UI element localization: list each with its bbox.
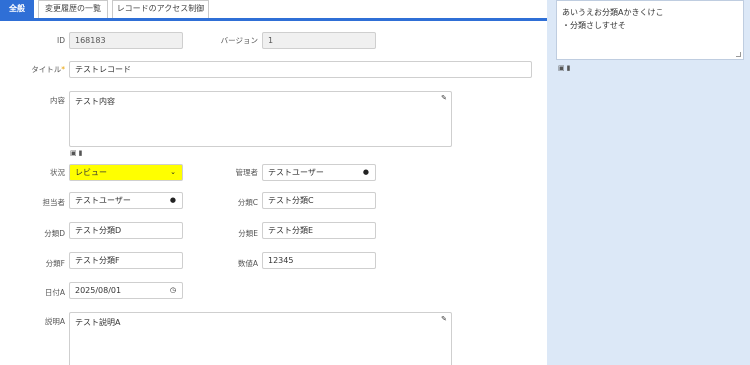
edit-pencil-icon[interactable]: ✎ <box>441 315 447 323</box>
desc-a-textarea[interactable]: テスト説明A ✎ <box>69 312 452 365</box>
status-label: 状況 <box>50 168 65 177</box>
body-text: テスト内容 <box>75 97 115 106</box>
class-e-label: 分類E <box>238 229 258 238</box>
owner-field[interactable]: テストユーザー ● <box>69 192 183 209</box>
owner-value: テストユーザー <box>75 196 131 205</box>
class-f-input[interactable]: テスト分類F <box>69 252 183 269</box>
class-c-input[interactable]: テスト分類C <box>262 192 376 209</box>
title-input[interactable]: テストレコード <box>69 61 532 78</box>
date-a-label: 日付A <box>44 288 65 297</box>
manager-field[interactable]: テストユーザー ● <box>262 164 376 181</box>
status-select[interactable]: レビュー ⌄ <box>69 164 183 181</box>
edit-pencil-icon[interactable]: ✎ <box>441 94 447 102</box>
id-label: ID <box>57 36 65 45</box>
tab-general[interactable]: 全般 <box>0 0 34 18</box>
version-label: バージョン <box>220 36 258 45</box>
date-a-input[interactable]: 2025/08/01 ◷ <box>69 282 183 299</box>
clock-icon[interactable]: ◷ <box>170 283 176 298</box>
side-panel-attachment-icons: ▣▮ <box>558 64 572 72</box>
manager-value: テストユーザー <box>268 168 324 177</box>
class-f-label: 分類F <box>45 259 65 268</box>
status-value: レビュー <box>75 168 107 177</box>
id-field: 168183 <box>69 32 183 49</box>
desc-a-text: テスト説明A <box>75 318 121 327</box>
class-d-label: 分類D <box>44 229 65 238</box>
class-e-input[interactable]: テスト分類E <box>262 222 376 239</box>
owner-label: 担当者 <box>42 198 66 207</box>
chevron-down-icon: ⌄ <box>170 168 176 176</box>
side-panel-line: あいうえお分類Aかきくけこ <box>562 8 664 17</box>
version-field: 1 <box>262 32 376 49</box>
tab-bar: 全般 変更履歴の一覧 レコードのアクセス制御 <box>0 0 547 21</box>
class-c-label: 分類C <box>237 198 258 207</box>
body-label: 内容 <box>50 96 65 105</box>
tab-change-history[interactable]: 変更履歴の一覧 <box>38 0 108 18</box>
image-icon[interactable]: ▣ <box>70 149 79 157</box>
file-icon[interactable]: ▮ <box>79 149 85 157</box>
num-a-label: 数値A <box>237 259 258 268</box>
manager-label: 管理者 <box>235 168 259 177</box>
required-mark: * <box>61 65 65 74</box>
user-icon[interactable]: ● <box>170 193 176 208</box>
tab-underline <box>0 18 547 21</box>
num-a-input[interactable]: 12345 <box>262 252 376 269</box>
side-panel-line: ・分類さしすせそ <box>562 21 626 30</box>
side-panel: あいうえお分類Aかきくけこ ・分類さしすせそ ▣▮ <box>547 0 750 365</box>
tab-access-control[interactable]: レコードのアクセス制御 <box>112 0 209 18</box>
file-icon[interactable]: ▮ <box>567 64 573 72</box>
body-attachment-icons: ▣▮ <box>70 149 84 157</box>
title-label: タイトル* <box>31 65 65 74</box>
body-textarea[interactable]: テスト内容 ✎ <box>69 91 452 147</box>
resize-handle-icon[interactable] <box>736 52 741 57</box>
user-icon[interactable]: ● <box>363 165 369 180</box>
desc-a-label: 説明A <box>44 317 65 326</box>
image-icon[interactable]: ▣ <box>558 64 567 72</box>
date-a-value: 2025/08/01 <box>75 286 122 295</box>
side-panel-textarea[interactable]: あいうえお分類Aかきくけこ ・分類さしすせそ <box>556 0 744 60</box>
class-d-input[interactable]: テスト分類D <box>69 222 183 239</box>
